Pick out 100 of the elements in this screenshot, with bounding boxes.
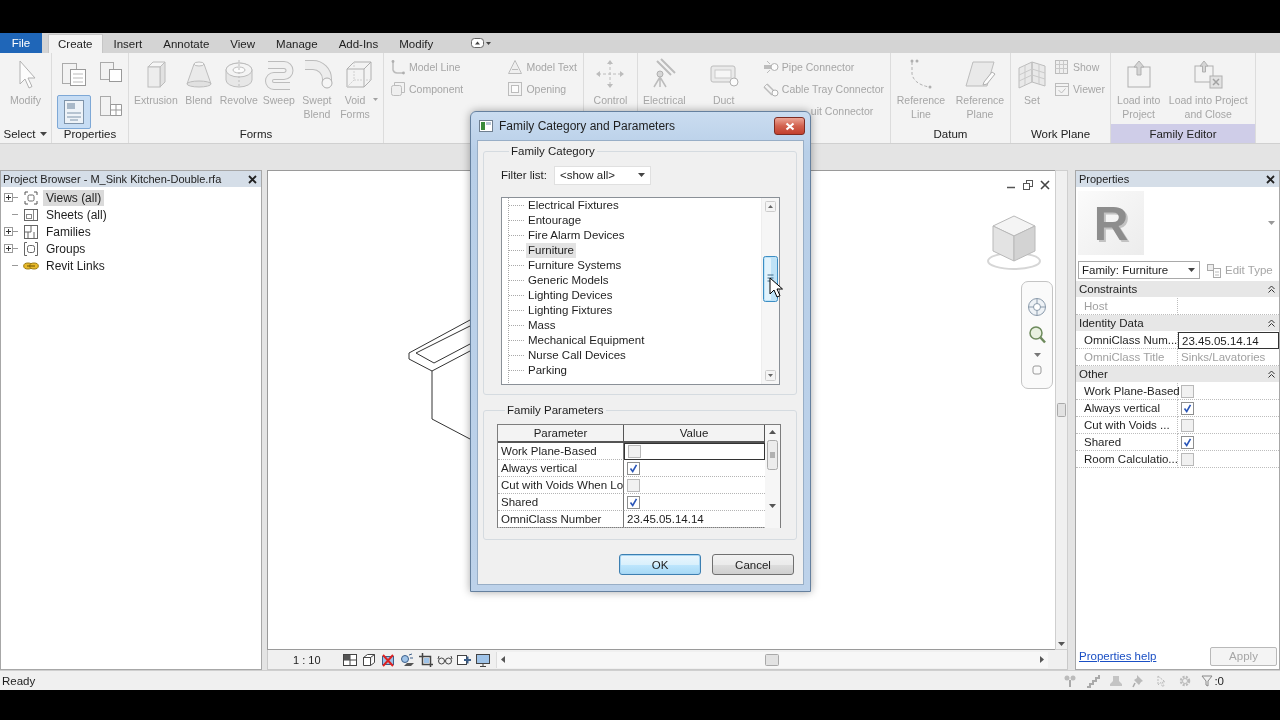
list-item[interactable]: Lighting Devices <box>526 288 615 303</box>
square-icon[interactable] <box>1032 365 1042 375</box>
checkbox[interactable] <box>627 461 640 475</box>
list-item[interactable]: Furniture <box>526 243 577 258</box>
close-icon[interactable] <box>248 174 257 184</box>
dialog-button[interactable]: OK <box>619 554 701 575</box>
caret-icon[interactable] <box>1033 353 1041 357</box>
property-value-field[interactable] <box>1178 383 1279 400</box>
scroll-thumb[interactable] <box>767 440 778 470</box>
section-header[interactable]: Identity Data <box>1076 315 1279 332</box>
dashed-square-icon <box>23 189 39 206</box>
right-arrow-icon[interactable] <box>1039 656 1044 663</box>
vertical-scrollbar[interactable] <box>1055 170 1068 650</box>
collapse-icon[interactable] <box>1268 319 1275 327</box>
ribbon-tab[interactable]: Modify <box>389 34 444 53</box>
tree-item[interactable]: Views (all) <box>43 189 105 206</box>
scroll-thumb[interactable] <box>1057 403 1066 417</box>
checkbox[interactable] <box>628 445 641 458</box>
application-menu-button[interactable]: File <box>0 33 42 53</box>
collapse-icon[interactable] <box>1268 285 1275 293</box>
section-header[interactable]: Constraints <box>1076 281 1279 298</box>
screen-icon[interactable] <box>474 651 491 668</box>
list-item[interactable]: Generic Models <box>526 273 611 288</box>
close-icon[interactable] <box>1040 180 1050 190</box>
vertical-scrollbar[interactable] <box>765 425 780 528</box>
caret-icon[interactable] <box>1268 221 1275 225</box>
table-cell[interactable] <box>624 460 765 477</box>
checkbox[interactable] <box>627 495 640 509</box>
type-table-icon <box>59 60 89 88</box>
table-cell: Cut with Voids When Lo <box>498 477 624 494</box>
filter-dropdown[interactable]: <show all> <box>554 165 651 185</box>
list-item[interactable]: Electrical Fixtures <box>526 198 621 213</box>
expand-icon[interactable] <box>4 244 13 253</box>
property-value-field[interactable] <box>1178 434 1279 451</box>
property-value-field[interactable]: 23.45.05.14.14 <box>1178 332 1279 349</box>
sun-shadow-icon[interactable] <box>398 651 415 668</box>
panel-label: Work Plane <box>1029 126 1092 142</box>
property-value-field[interactable] <box>1178 451 1279 468</box>
up-arrow-icon[interactable] <box>769 430 776 434</box>
dialog-button[interactable]: Cancel <box>712 554 794 575</box>
ribbon-tab[interactable]: Annotate <box>153 34 220 53</box>
table-cell[interactable] <box>624 494 765 511</box>
section-header[interactable]: Other <box>1076 366 1279 383</box>
ribbon-tab[interactable]: Manage <box>266 34 328 53</box>
checkbox[interactable] <box>627 478 640 492</box>
ribbon-tab[interactable]: Insert <box>103 34 153 53</box>
table-cell[interactable] <box>624 477 765 494</box>
expand-icon[interactable] <box>4 193 13 202</box>
linked-nodes-icon[interactable] <box>1063 673 1078 688</box>
panel-dropdown[interactable]: Select <box>0 124 52 143</box>
horizontal-scrollbar[interactable] <box>495 651 1048 668</box>
list-item[interactable]: Mass <box>526 318 558 333</box>
restore-icon[interactable] <box>1023 180 1033 190</box>
tree-item[interactable]: Revit Links <box>43 257 108 274</box>
close-button[interactable] <box>774 117 805 135</box>
close-icon[interactable] <box>1266 174 1275 184</box>
cube-outline-icon[interactable] <box>360 651 377 668</box>
collapse-icon[interactable] <box>1268 370 1275 378</box>
list-item[interactable]: Entourage <box>526 213 584 228</box>
ribbon-toggle-icon[interactable] <box>470 37 493 49</box>
ribbon-tab[interactable]: View <box>220 34 266 53</box>
checkbox[interactable] <box>1181 401 1194 415</box>
property-label: OmniClass Num... <box>1076 332 1178 349</box>
checkbox[interactable] <box>1181 384 1194 398</box>
crop-region-icon[interactable] <box>417 651 434 668</box>
magnifier-icon[interactable] <box>1028 325 1046 345</box>
property-value-field[interactable] <box>1178 417 1279 434</box>
checkbox[interactable] <box>1181 435 1194 449</box>
list-item[interactable]: Furniture Systems <box>526 258 624 273</box>
window-grid-icon[interactable] <box>341 651 358 668</box>
pipe-connector-icon <box>762 59 779 75</box>
filter-icon[interactable] <box>1201 674 1214 687</box>
view-scale[interactable]: 1 : 10 <box>293 653 321 666</box>
down-arrow-icon[interactable] <box>769 504 776 508</box>
stairs-icon[interactable] <box>1086 673 1101 688</box>
checkbox[interactable] <box>1181 452 1194 466</box>
table-cell[interactable] <box>624 443 765 460</box>
tree-item[interactable]: Sheets (all) <box>43 206 110 223</box>
tree-item[interactable]: Groups <box>43 240 89 257</box>
scroll-thumb[interactable] <box>765 653 780 666</box>
help-link[interactable]: Properties help <box>1079 650 1157 662</box>
down-arrow-icon[interactable] <box>1058 642 1065 646</box>
left-arrow-icon[interactable] <box>500 656 505 663</box>
steering-wheel-icon[interactable] <box>1027 297 1047 317</box>
navigation-bar[interactable] <box>1021 281 1053 389</box>
list-item[interactable]: Fire Alarm Devices <box>526 228 627 243</box>
expand-icon[interactable] <box>4 227 13 236</box>
caret-icon <box>1188 268 1195 272</box>
category-list[interactable]: Electrical Fixtures Entourage Fire Alarm Devices Furniture Furniture Systems Generic Models Lighting Devices Lighting Fixtures Mass Mechanical Equipment Nurse Call Devices Parking <box>501 197 780 385</box>
type-selector[interactable]: Family: Furniture <box>1078 261 1200 279</box>
tree-item[interactable]: Families <box>43 223 94 240</box>
list-item[interactable]: Parking <box>526 363 569 378</box>
list-item[interactable]: Mechanical Equipment <box>526 333 647 348</box>
checkbox[interactable] <box>1181 418 1194 432</box>
property-value-field[interactable] <box>1178 400 1279 417</box>
ribbon-tab[interactable]: Add-Ins <box>328 34 389 53</box>
list-item[interactable]: Nurse Call Devices <box>526 348 628 363</box>
ribbon-tab[interactable]: Create <box>48 34 103 53</box>
ribbon-icon-button[interactable] <box>57 95 91 129</box>
list-item[interactable]: Lighting Fixtures <box>526 303 615 318</box>
